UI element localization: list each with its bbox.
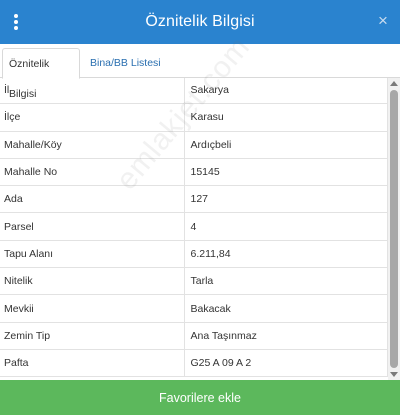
attribute-value: Tarla (183, 267, 388, 296)
table-row: Parsel 4 (0, 212, 388, 241)
attribute-key: İlçe (0, 103, 185, 132)
table-row: Tapu Alanı 6.211,84 (0, 239, 388, 269)
dialog-title: Öznitelik Bilgisi (145, 13, 255, 30)
tab-bina-bb-listesi[interactable]: Bina/BB Listesi (84, 48, 167, 79)
attribute-value: 4 (183, 212, 388, 241)
add-to-favorites-button[interactable]: Favorilere ekle (0, 380, 400, 415)
attribute-key: Mevkii (0, 294, 185, 323)
table-row: İl Sakarya (0, 78, 388, 105)
table-row: Mahalle/Köy Ardıçbeli (0, 130, 388, 159)
table-row: Ada 127 (0, 185, 388, 214)
table-row: Mevkii Bakacak (0, 294, 388, 323)
attribute-table-container: İl Sakarya İlçe Karasu Mahalle/Köy Ardıç… (0, 78, 400, 380)
attribute-table: İl Sakarya İlçe Karasu Mahalle/Köy Ardıç… (0, 78, 388, 378)
table-row: Zemin Tip Ana Taşınmaz (0, 321, 388, 350)
attribute-value: Bakacak (183, 294, 388, 323)
attribute-key: Nitelik (0, 267, 185, 296)
attribute-key: Zemin Tip (0, 321, 185, 350)
tab-oznitelik-bilgisi[interactable]: Öznitelik Bilgisi (2, 48, 80, 100)
attribute-key: Mahalle/Köy (0, 130, 185, 159)
table-row: Mahalle No 15145 (0, 157, 388, 187)
attribute-key: Parsel (0, 212, 185, 241)
attribute-key: Tapu Alanı (0, 239, 185, 269)
vertical-dots-icon[interactable] (10, 12, 22, 32)
attribute-value: Karasu (183, 103, 388, 132)
scroll-up-arrow-icon[interactable] (390, 81, 398, 86)
attribute-value: Sakarya (183, 78, 388, 105)
tab-bar: Öznitelik Bilgisi Bina/BB Listesi (0, 44, 400, 100)
attribute-key: Mahalle No (0, 157, 185, 187)
table-row: Pafta G25 A 09 A 2 (0, 348, 388, 378)
attribute-key: İl (0, 78, 185, 105)
table-row: İlçe Karasu (0, 103, 388, 132)
attribute-value: Ana Taşınmaz (183, 321, 388, 350)
attribute-key: Pafta (0, 348, 185, 378)
table-row: Nitelik Tarla (0, 267, 388, 296)
attribute-value: 127 (183, 185, 388, 214)
scrollbar-thumb[interactable] (390, 90, 398, 368)
attribute-value: Ardıçbeli (183, 130, 388, 159)
attribute-value: 6.211,84 (183, 239, 388, 269)
scroll-down-arrow-icon[interactable] (390, 372, 398, 377)
vertical-scrollbar[interactable] (388, 78, 400, 380)
attribute-value: 15145 (183, 157, 388, 187)
close-icon[interactable]: × (376, 12, 390, 30)
attribute-value: G25 A 09 A 2 (183, 348, 388, 378)
dialog-header: Öznitelik Bilgisi × (0, 0, 400, 44)
attribute-key: Ada (0, 185, 185, 214)
